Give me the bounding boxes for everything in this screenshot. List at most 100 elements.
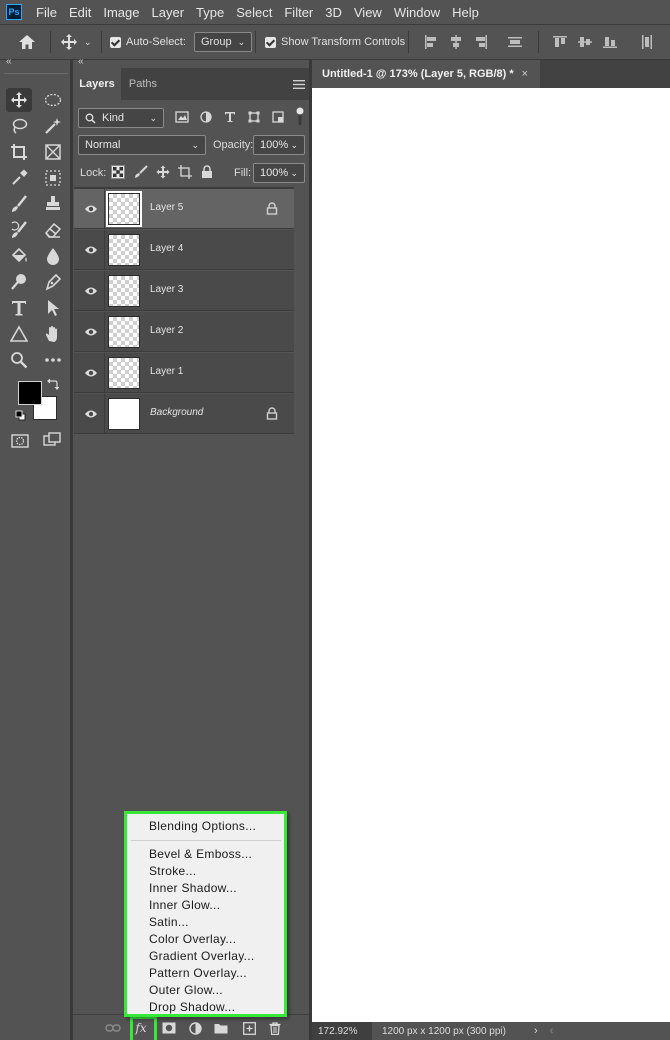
- show-transform-checkbox[interactable]: Show Transform Controls: [265, 25, 405, 59]
- document-tab[interactable]: Untitled-1 @ 173% (Layer 5, RGB/8) * ×: [312, 60, 540, 88]
- menu-view[interactable]: View: [348, 5, 388, 20]
- menu-help[interactable]: Help: [446, 5, 485, 20]
- distribute-vertical-icon[interactable]: [508, 35, 522, 49]
- fill-field[interactable]: 100% ⌄: [253, 163, 305, 183]
- eye-visibility-icon[interactable]: [84, 244, 98, 256]
- menu-type[interactable]: Type: [190, 5, 230, 20]
- document-info[interactable]: 1200 px x 1200 px (300 ppi): [382, 1026, 506, 1037]
- menu-item-stroke[interactable]: Stroke...: [149, 864, 196, 878]
- collapse-toolbar-icon[interactable]: «: [6, 56, 12, 67]
- menu-item-satin[interactable]: Satin...: [149, 915, 189, 929]
- adjustment-layer-filter-icon[interactable]: [200, 111, 212, 123]
- smart-object-filter-icon[interactable]: [272, 111, 284, 123]
- auto-select-dropdown[interactable]: Group ⌄: [194, 32, 253, 52]
- chevron-left-icon[interactable]: ‹: [550, 1025, 554, 1037]
- menu-filter[interactable]: Filter: [278, 5, 319, 20]
- paint-bucket-tool-icon[interactable]: [6, 244, 32, 268]
- more-tools-icon[interactable]: [40, 348, 66, 372]
- filter-toggle-icon[interactable]: [296, 107, 304, 125]
- blur-tool-icon[interactable]: [40, 244, 66, 268]
- menu-file[interactable]: File: [30, 5, 63, 20]
- layer-row-layer-3[interactable]: Layer 3: [74, 271, 294, 311]
- zoom-tool-icon[interactable]: [6, 348, 32, 372]
- zoom-level-field[interactable]: 172.92%: [312, 1022, 372, 1040]
- eye-visibility-icon[interactable]: [84, 326, 98, 338]
- align-left-edges-icon[interactable]: [424, 35, 438, 49]
- layer-row-background[interactable]: Background: [74, 394, 294, 434]
- eyedropper-tool-icon[interactable]: [6, 166, 32, 190]
- menu-item-pattern-overlay[interactable]: Pattern Overlay...: [149, 966, 247, 980]
- path-selection-tool-icon[interactable]: [40, 296, 66, 320]
- eye-visibility-icon[interactable]: [84, 285, 98, 297]
- layer-name[interactable]: Layer 3: [150, 284, 183, 295]
- menu-item-inner-glow[interactable]: Inner Glow...: [149, 898, 220, 912]
- align-vertical-centers-icon[interactable]: [578, 35, 592, 49]
- home-icon[interactable]: [18, 25, 36, 59]
- foreground-color-swatch[interactable]: [18, 381, 42, 405]
- dodge-tool-icon[interactable]: [6, 270, 32, 294]
- default-colors-icon[interactable]: [15, 410, 26, 421]
- layer-row-layer-1[interactable]: Layer 1: [74, 353, 294, 393]
- menu-item-gradient-overlay[interactable]: Gradient Overlay...: [149, 949, 255, 963]
- eraser-tool-icon[interactable]: [40, 218, 66, 242]
- brush-tool-icon[interactable]: [6, 192, 32, 216]
- delete-layer-trash-icon[interactable]: [267, 1020, 283, 1036]
- menu-edit[interactable]: Edit: [63, 5, 97, 20]
- clone-stamp-tool-icon[interactable]: [40, 192, 66, 216]
- lasso-tool-icon[interactable]: [6, 114, 32, 138]
- swap-colors-icon[interactable]: [47, 378, 59, 390]
- toolbar-grip[interactable]: [4, 73, 68, 77]
- lock-artboard-icon[interactable]: [178, 165, 192, 179]
- menu-item-inner-shadow[interactable]: Inner Shadow...: [149, 881, 237, 895]
- blend-mode-dropdown[interactable]: Normal ⌄: [78, 135, 206, 155]
- panel-menu-icon[interactable]: [293, 80, 305, 89]
- move-tool-icon[interactable]: [6, 88, 32, 112]
- menu-layer[interactable]: Layer: [146, 5, 191, 20]
- move-tool-preset-icon[interactable]: ⌄: [60, 25, 92, 59]
- align-horizontal-centers-icon[interactable]: [449, 35, 463, 49]
- layer-row-layer-5[interactable]: Layer 5: [74, 189, 294, 229]
- menu-item-color-overlay[interactable]: Color Overlay...: [149, 932, 236, 946]
- layer-name[interactable]: Background: [150, 407, 203, 418]
- close-tab-icon[interactable]: ×: [522, 68, 528, 80]
- layer-thumbnail[interactable]: [108, 234, 140, 266]
- photoshop-logo-icon[interactable]: Ps: [6, 4, 22, 20]
- menu-item-blending-options[interactable]: Blending Options...: [149, 819, 256, 833]
- document-canvas[interactable]: [312, 88, 670, 1022]
- add-mask-icon[interactable]: [161, 1020, 177, 1036]
- filter-kind-dropdown[interactable]: Kind ⌄: [78, 108, 164, 128]
- pixel-layer-filter-icon[interactable]: [175, 111, 189, 123]
- new-group-folder-icon[interactable]: [213, 1020, 229, 1036]
- tab-paths[interactable]: Paths: [121, 68, 165, 100]
- align-bottom-edges-icon[interactable]: [603, 35, 617, 49]
- layer-name[interactable]: Layer 5: [150, 202, 183, 213]
- auto-select-checkbox[interactable]: Auto-Select:: [110, 25, 186, 59]
- layer-name[interactable]: Layer 1: [150, 366, 183, 377]
- lock-image-pixels-icon[interactable]: [134, 165, 148, 179]
- distribute-horizontal-icon[interactable]: [640, 35, 654, 49]
- magic-wand-tool-icon[interactable]: [40, 114, 66, 138]
- layer-thumbnail[interactable]: [108, 316, 140, 348]
- lock-all-icon[interactable]: [201, 165, 213, 179]
- align-right-edges-icon[interactable]: [474, 35, 488, 49]
- collapse-panels-icon[interactable]: «: [78, 56, 84, 67]
- menu-image[interactable]: Image: [97, 5, 145, 20]
- layer-name[interactable]: Layer 2: [150, 325, 183, 336]
- lock-transparent-pixels-icon[interactable]: [111, 165, 125, 179]
- frame-tool-icon[interactable]: [40, 140, 66, 164]
- menu-select[interactable]: Select: [230, 5, 278, 20]
- tab-layers[interactable]: Layers: [73, 68, 121, 100]
- hand-tool-icon[interactable]: [40, 322, 66, 346]
- shape-layer-filter-icon[interactable]: [248, 111, 260, 123]
- menu-3d[interactable]: 3D: [319, 5, 348, 20]
- layer-thumbnail[interactable]: [108, 275, 140, 307]
- lock-position-icon[interactable]: [156, 165, 170, 179]
- new-layer-icon[interactable]: [241, 1020, 257, 1036]
- screen-mode-icon[interactable]: [43, 432, 61, 448]
- history-brush-tool-icon[interactable]: [6, 218, 32, 242]
- menu-item-drop-shadow[interactable]: Drop Shadow...: [149, 1000, 235, 1014]
- triangle-tool-icon[interactable]: [6, 322, 32, 346]
- new-adjustment-layer-icon[interactable]: [187, 1020, 203, 1036]
- align-top-edges-icon[interactable]: [553, 35, 567, 49]
- layer-row-layer-2[interactable]: Layer 2: [74, 312, 294, 352]
